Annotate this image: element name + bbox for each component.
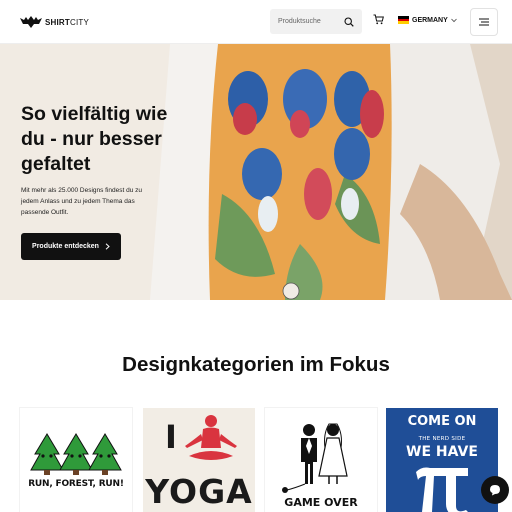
search-placeholder: Produktsuche: [278, 18, 321, 25]
products-discover-button[interactable]: Produkte entdecken: [21, 233, 121, 260]
card-letter: I: [165, 418, 177, 456]
site-header: SHIRTCITY Produktsuche GERMANY: [0, 0, 512, 44]
search-input[interactable]: Produktsuche: [270, 9, 362, 34]
hero-banner: So vielfältig wie du - nur besser gefalt…: [0, 44, 512, 300]
card-text: GAME OVER: [284, 496, 358, 509]
chat-button[interactable]: [481, 476, 509, 504]
shirtcity-logo[interactable]: SHIRTCITY: [20, 12, 89, 32]
categories-title: Designkategorien im Fokus: [122, 353, 390, 376]
chat-bubble-icon: [490, 485, 500, 496]
category-card-game-over[interactable]: GAME OVER: [265, 408, 377, 512]
chevron-down-icon: [450, 18, 457, 22]
menu-button[interactable]: [470, 8, 498, 36]
card-text-line3: WE HAVE: [406, 444, 478, 460]
country-selector[interactable]: GERMANY: [398, 16, 457, 25]
hero-title: So vielfältig wie du - nur besser gefalt…: [21, 103, 168, 175]
country-label: GERMANY: [412, 16, 448, 24]
yoga-figure-icon: [185, 415, 237, 460]
chevron-right-icon: [105, 243, 110, 250]
hamburger-icon: [479, 18, 489, 26]
category-card-yoga[interactable]: I YOGA: [143, 408, 255, 512]
cta-label: Produkte entdecken: [32, 243, 99, 250]
category-card-nerd[interactable]: COME ON THE NERD SIDE WE HAVE: [386, 408, 498, 512]
hero-subtitle: Mit mehr als 25.000 Designs findest du z…: [21, 187, 143, 216]
category-card-run-forest[interactable]: RUN, FOREST, RUN!: [20, 408, 132, 512]
bat-logo-icon: [20, 16, 42, 28]
germany-flag-icon: [398, 16, 409, 25]
logo-text-bold: SHIRT: [45, 17, 70, 27]
logo-text-thin: CITY: [70, 17, 90, 27]
card-text-line1: COME ON: [407, 414, 477, 429]
card-text: YOGA: [145, 472, 253, 511]
pi-symbol-icon: [416, 467, 468, 512]
card-text: RUN, FOREST, RUN!: [28, 479, 124, 489]
cart-icon[interactable]: [373, 14, 384, 25]
couple-illustration: [282, 423, 348, 493]
card-text-line2: THE NERD SIDE: [418, 436, 466, 442]
search-icon[interactable]: [344, 16, 354, 27]
